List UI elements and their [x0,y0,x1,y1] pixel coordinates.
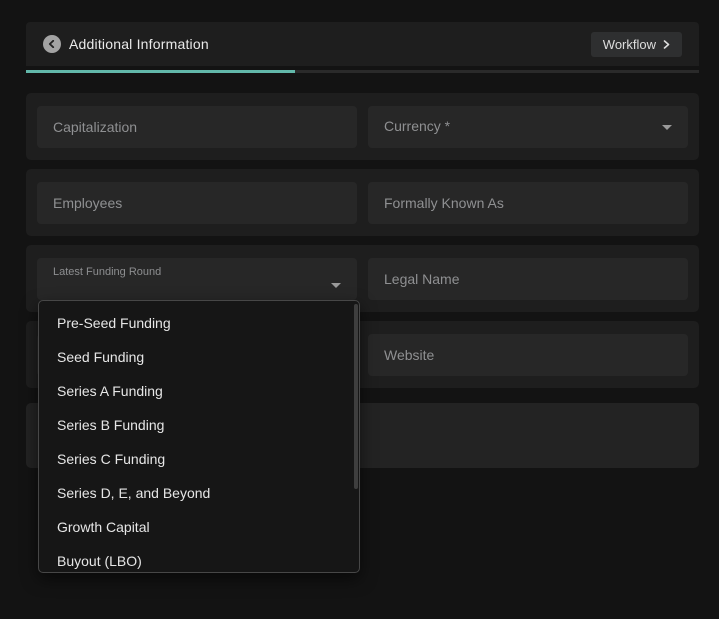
menu-item-seed[interactable]: Seed Funding [39,340,359,374]
website-input[interactable] [368,334,688,376]
chevron-down-icon [662,125,672,130]
page-title: Additional Information [69,36,209,52]
menu-item-series-a[interactable]: Series A Funding [39,374,359,408]
menu-item-series-b[interactable]: Series B Funding [39,408,359,442]
page-header: Additional Information Workflow [26,22,699,66]
capitalization-input[interactable] [37,106,357,148]
step-progress-track [26,70,699,73]
menu-scrollbar-thumb[interactable] [354,304,358,489]
form-row-employees-formally [26,169,699,236]
menu-item-series-c[interactable]: Series C Funding [39,442,359,476]
form-row-capitalization-currency: Currency * [26,93,699,160]
menu-item-series-de[interactable]: Series D, E, and Beyond [39,476,359,510]
currency-select-label: Currency * [384,118,450,134]
additional-information-page: Additional Information Workflow Currency… [0,0,719,619]
formally-known-as-input[interactable] [368,182,688,224]
currency-select[interactable]: Currency * [368,106,688,148]
workflow-button[interactable]: Workflow [591,32,682,57]
workflow-button-label: Workflow [603,37,656,52]
menu-item-pre-seed[interactable]: Pre-Seed Funding [39,306,359,340]
latest-funding-round-label: Latest Funding Round [53,266,161,278]
progress-fill [26,70,295,73]
latest-funding-round-menu: Pre-Seed Funding Seed Funding Series A F… [38,300,360,573]
back-button[interactable] [43,35,61,53]
latest-funding-round-select[interactable]: Latest Funding Round [37,258,357,300]
menu-item-buyout[interactable]: Buyout (LBO) [39,544,359,578]
menu-item-growth[interactable]: Growth Capital [39,510,359,544]
legal-name-input[interactable] [368,258,688,300]
employees-input[interactable] [37,182,357,224]
chevron-down-icon [331,283,341,288]
chevron-right-icon [663,40,670,49]
chevron-left-icon [48,40,56,48]
